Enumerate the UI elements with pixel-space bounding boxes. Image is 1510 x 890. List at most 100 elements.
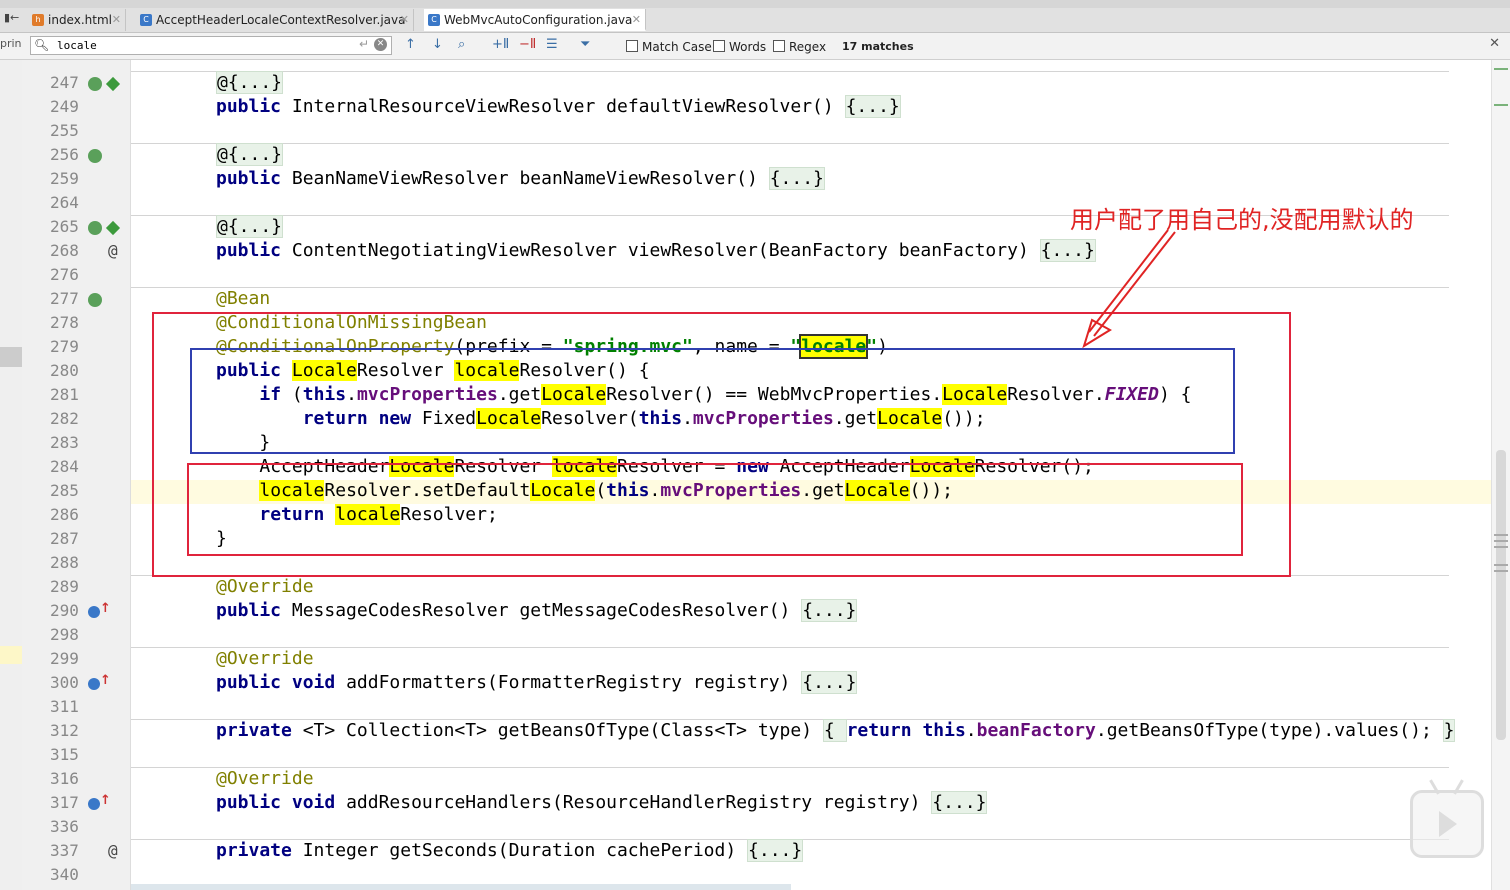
search-stripe-marker[interactable]	[1494, 534, 1508, 536]
tab-label: AcceptHeaderLocaleContextResolver.java	[156, 13, 406, 27]
search-icon[interactable]: 🔍︎	[34, 38, 49, 52]
regex-checkbox[interactable]: Regex	[773, 40, 826, 54]
line-number: 284	[50, 457, 79, 476]
line-number: 289	[50, 577, 79, 596]
line-number: 300	[50, 673, 79, 692]
close-icon[interactable]: ✕	[632, 9, 641, 31]
tab-acceptheader-resolver[interactable]: C AcceptHeaderLocaleContextResolver.java…	[136, 9, 414, 31]
remove-occurrence-icon[interactable]: −Ⅱ	[519, 37, 536, 52]
close-icon[interactable]: ✕	[400, 9, 409, 31]
close-find-icon[interactable]: ✕	[1489, 36, 1500, 51]
line-number: 283	[50, 433, 79, 452]
bean-definition-icon[interactable]	[105, 220, 121, 236]
close-icon[interactable]: ✕	[112, 9, 121, 31]
code-line-316: @Override	[216, 768, 314, 789]
next-occurrence-icon[interactable]: ↓	[432, 37, 443, 52]
code-line-299: @Override	[216, 648, 314, 669]
method-separator	[131, 143, 1449, 144]
match-case-checkbox[interactable]: Match Case	[626, 40, 712, 54]
line-number: 340	[50, 865, 79, 884]
java-class-icon: C	[140, 14, 152, 26]
line-number: 259	[50, 169, 79, 188]
override-icon[interactable]	[88, 678, 100, 690]
find-all-icon[interactable]: ⌕	[458, 37, 465, 52]
tab-webmvc-autoconfig[interactable]: C WebMvcAutoConfiguration.java ✕	[424, 9, 646, 31]
line-number: 277	[50, 289, 79, 308]
tab-label: index.html	[48, 13, 112, 27]
line-number: 298	[50, 625, 79, 644]
line-number: 264	[50, 193, 79, 212]
line-number: 256	[50, 145, 79, 164]
video-player-icon[interactable]	[1410, 779, 1484, 858]
code-line-317: public void addResourceHandlers(Resource…	[216, 791, 988, 814]
line-number: 290	[50, 601, 79, 620]
project-tool-strip	[0, 60, 22, 890]
search-stripe-marker[interactable]	[1494, 570, 1508, 572]
vertical-scrollbar[interactable]	[1491, 60, 1510, 890]
line-number: 268	[50, 241, 79, 260]
line-number: 312	[50, 721, 79, 740]
line-number: 317	[50, 793, 79, 812]
line-number: 288	[50, 553, 79, 572]
search-input[interactable]	[57, 38, 357, 53]
line-number: 287	[50, 529, 79, 548]
html-file-icon: h	[32, 14, 44, 26]
inner-red-annotation-box	[187, 463, 1243, 556]
scrollbar-thumb[interactable]	[1496, 450, 1506, 740]
line-number: 336	[50, 817, 79, 836]
line-number: 285	[50, 481, 79, 500]
autowired-at-icon[interactable]: @	[108, 841, 118, 860]
error-stripe-marker[interactable]	[1494, 68, 1508, 70]
code-line-337: private Integer getSeconds(Duration cach…	[216, 839, 804, 862]
override-icon[interactable]	[88, 798, 100, 810]
bean-gutter-icon[interactable]	[88, 293, 102, 307]
line-number: 281	[50, 385, 79, 404]
project-panel-label: prin	[0, 37, 22, 50]
match-count: 17 matches	[842, 40, 914, 53]
line-number: 299	[50, 649, 79, 668]
implements-arrow-icon: ↑	[100, 601, 111, 616]
words-checkbox[interactable]: Words	[713, 40, 766, 54]
clear-search-icon[interactable]: ✕	[374, 38, 387, 51]
line-number: 282	[50, 409, 79, 428]
bean-gutter-icon[interactable]	[88, 221, 102, 235]
horizontal-scrollbar[interactable]	[131, 884, 791, 890]
line-number-gutter: 247 249 255 256 259 264 265 268 276 277 …	[22, 60, 148, 890]
find-bar: prin 🔍︎ ↵ ✕ ↑ ↓ ⌕ +Ⅱ −Ⅱ ☰ ⏷ Match Case W…	[0, 33, 1510, 60]
java-class-icon: C	[428, 14, 440, 26]
autowired-at-icon[interactable]: @	[108, 241, 118, 260]
code-line-249: public InternalResourceViewResolver defa…	[216, 95, 901, 118]
code-line-265: @{...}	[216, 215, 284, 238]
tab-index-html[interactable]: h index.html ✕	[28, 9, 126, 31]
bean-gutter-icon[interactable]	[88, 149, 102, 163]
method-separator	[131, 767, 1449, 768]
structure-icon[interactable]: ▮←	[4, 11, 20, 27]
search-stripe-marker[interactable]	[1494, 546, 1508, 548]
bean-definition-icon[interactable]	[105, 76, 121, 92]
search-stripe-marker[interactable]	[1494, 540, 1508, 542]
override-icon[interactable]	[88, 606, 100, 618]
add-occurrence-icon[interactable]: +Ⅱ	[492, 37, 509, 52]
code-line-268: public ContentNegotiatingViewResolver vi…	[216, 239, 1096, 262]
line-number: 286	[50, 505, 79, 524]
search-stripe-marker[interactable]	[1494, 564, 1508, 566]
search-field[interactable]: 🔍︎ ↵ ✕	[30, 36, 392, 55]
method-separator	[131, 647, 1449, 648]
implements-arrow-icon: ↑	[100, 673, 111, 688]
line-number: 279	[50, 337, 79, 356]
previous-occurrence-icon[interactable]: ↑	[405, 37, 416, 52]
tab-label: WebMvcAutoConfiguration.java	[444, 13, 633, 27]
line-number: 311	[50, 697, 79, 716]
line-number: 316	[50, 769, 79, 788]
error-stripe-marker[interactable]	[1494, 104, 1508, 106]
title-strip	[0, 0, 1510, 8]
code-line-259: public BeanNameViewResolver beanNameView…	[216, 167, 825, 190]
code-line-256: @{...}	[216, 143, 284, 166]
bean-gutter-icon[interactable]	[88, 77, 102, 91]
filter-icon[interactable]: ⏷	[580, 37, 590, 52]
code-line-289: @Override	[216, 576, 314, 597]
line-number: 276	[50, 265, 79, 284]
editor-tab-bar: ▮← h index.html ✕ C AcceptHeaderLocaleCo…	[0, 8, 1510, 33]
strip-marker	[0, 347, 22, 367]
select-all-occurrences-icon[interactable]: ☰	[546, 37, 558, 52]
